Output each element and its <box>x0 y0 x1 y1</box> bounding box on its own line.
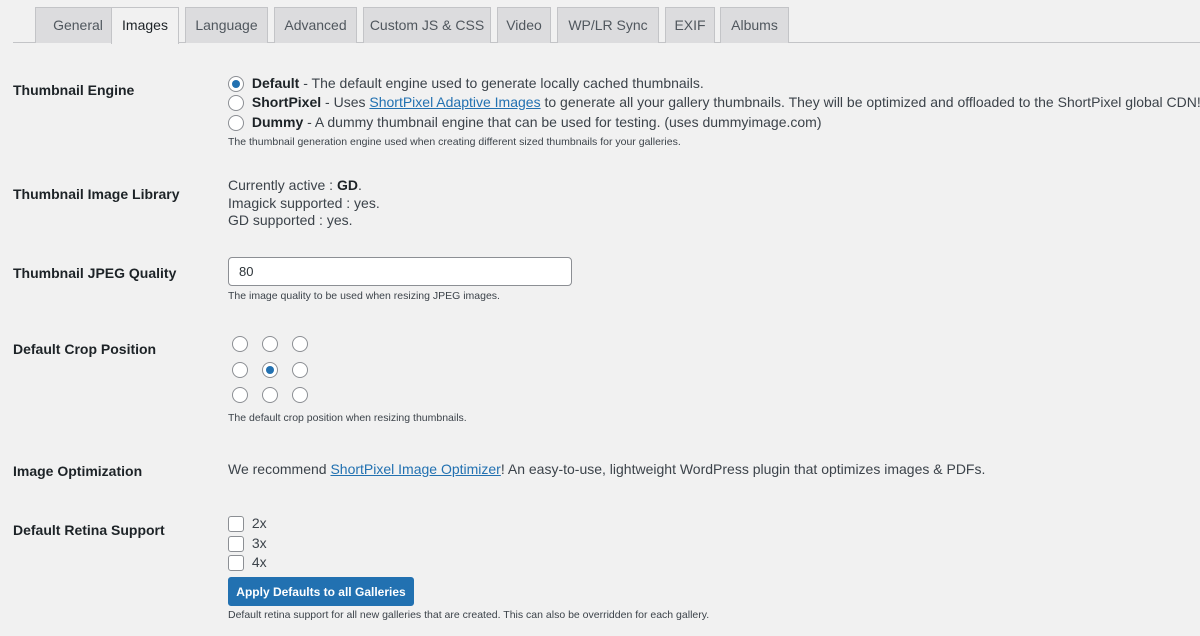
crop-bottom-center-radio[interactable] <box>262 387 278 403</box>
image-optimization-text: We recommend ShortPixel Image Optimizer!… <box>228 461 986 477</box>
image-library-active: Currently active : GD. <box>228 177 362 193</box>
engine-default-name: Default <box>251 75 300 91</box>
image-library-active-value: GD <box>336 177 358 193</box>
engine-shortpixel-desc-pre: - Uses <box>321 94 370 110</box>
engine-option-dummy[interactable]: Dummy - A dummy thumbnail engine that ca… <box>228 114 822 132</box>
retina-option-3x[interactable]: 3x <box>228 535 267 553</box>
retina-2x-checkbox[interactable] <box>228 516 244 533</box>
engine-default-radio[interactable] <box>228 76 244 93</box>
engine-shortpixel-desc-post: to generate all your gallery thumbnails.… <box>540 94 1200 110</box>
tab-video[interactable]: Video <box>497 7 551 43</box>
retina-option-4x[interactable]: 4x <box>228 554 267 572</box>
retina-support-label: Default Retina Support <box>13 522 165 538</box>
engine-option-shortpixel[interactable]: ShortPixel - Uses ShortPixel Adaptive Im… <box>228 94 1200 112</box>
retina-2x-label: 2x <box>251 515 267 531</box>
tab-advanced[interactable]: Advanced <box>274 7 357 43</box>
retina-help: Default retina support for all new galle… <box>228 609 710 621</box>
tab-images[interactable]: Images <box>111 7 179 44</box>
crop-top-right-radio[interactable] <box>292 336 308 352</box>
thumbnail-engine-label: Thumbnail Engine <box>13 82 135 98</box>
crop-middle-left-radio[interactable] <box>232 362 248 378</box>
jpeg-quality-help: The image quality to be used when resizi… <box>228 290 500 302</box>
image-optimization-label: Image Optimization <box>13 463 143 479</box>
retina-3x-checkbox[interactable] <box>228 536 244 553</box>
imagick-support: Imagick supported : yes. <box>228 195 380 211</box>
engine-dummy-radio[interactable] <box>228 115 244 132</box>
engine-default-desc: - The default engine used to generate lo… <box>299 75 704 91</box>
settings-tabs: General Images Language Advanced Custom … <box>13 7 1200 44</box>
crop-center-radio[interactable] <box>262 362 278 378</box>
shortpixel-adaptive-images-link[interactable]: ShortPixel Adaptive Images <box>369 94 540 110</box>
crop-middle-right-radio[interactable] <box>292 362 308 378</box>
engine-help-text: The thumbnail generation engine used whe… <box>228 136 681 148</box>
crop-top-left-radio[interactable] <box>232 336 248 352</box>
tab-albums[interactable]: Albums <box>720 7 789 43</box>
retina-3x-label: 3x <box>251 535 267 551</box>
crop-bottom-right-radio[interactable] <box>292 387 308 403</box>
apply-defaults-button[interactable]: Apply Defaults to all Galleries <box>228 577 414 606</box>
jpeg-quality-input[interactable]: 80 <box>228 257 572 286</box>
tab-general[interactable]: General <box>35 7 121 43</box>
crop-top-center-radio[interactable] <box>262 336 278 352</box>
engine-shortpixel-name: ShortPixel <box>251 94 322 110</box>
tab-exif[interactable]: EXIF <box>665 7 715 43</box>
retina-option-2x[interactable]: 2x <box>228 515 267 533</box>
engine-dummy-desc: - A dummy thumbnail engine that can be u… <box>303 114 822 130</box>
tab-custom-js-css[interactable]: Custom JS & CSS <box>363 7 491 43</box>
tab-wp-lr-sync[interactable]: WP/LR Sync <box>557 7 659 43</box>
retina-4x-label: 4x <box>251 554 267 570</box>
retina-4x-checkbox[interactable] <box>228 555 244 572</box>
crop-bottom-left-radio[interactable] <box>232 387 248 403</box>
gd-support: GD supported : yes. <box>228 212 353 228</box>
image-library-label: Thumbnail Image Library <box>13 186 180 202</box>
engine-option-default[interactable]: Default - The default engine used to gen… <box>228 75 704 93</box>
engine-dummy-name: Dummy <box>251 114 304 130</box>
crop-position-help: The default crop position when resizing … <box>228 412 467 424</box>
tab-language[interactable]: Language <box>185 7 268 43</box>
jpeg-quality-label: Thumbnail JPEG Quality <box>13 265 177 281</box>
engine-shortpixel-radio[interactable] <box>228 95 244 112</box>
crop-position-label: Default Crop Position <box>13 341 157 357</box>
shortpixel-image-optimizer-link[interactable]: ShortPixel Image Optimizer <box>330 461 500 477</box>
